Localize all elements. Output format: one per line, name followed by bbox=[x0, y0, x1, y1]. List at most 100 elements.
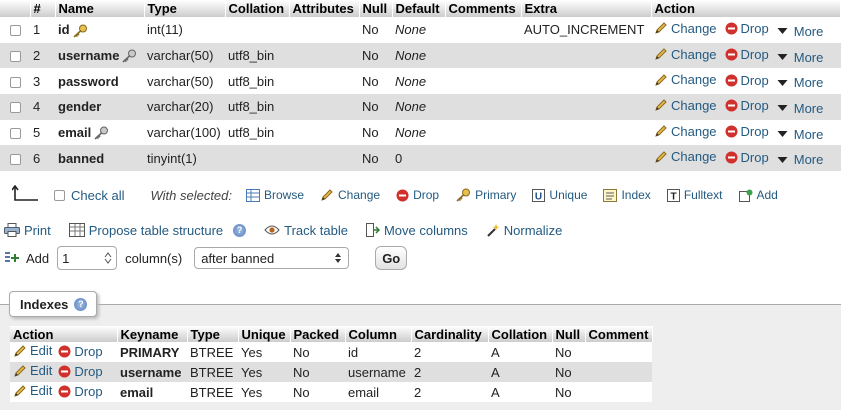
drop-column-button[interactable]: Drop bbox=[725, 150, 769, 165]
move-columns-link[interactable]: Move columns bbox=[365, 223, 468, 238]
drop-column-button[interactable]: Drop bbox=[725, 47, 769, 62]
change-column-button[interactable]: Change bbox=[654, 98, 717, 113]
row-checkbox[interactable] bbox=[10, 102, 21, 114]
bulk-fulltext-button[interactable]: T Fulltext bbox=[666, 188, 723, 202]
bulk-unique-button[interactable]: U Unique bbox=[532, 188, 587, 202]
change-column-button[interactable]: Change bbox=[654, 124, 717, 139]
track-table-link[interactable]: Track table bbox=[264, 223, 348, 238]
row-checkbox[interactable] bbox=[10, 128, 21, 140]
normalize-link[interactable]: Normalize bbox=[486, 223, 562, 238]
column-default: None bbox=[392, 42, 445, 69]
pencil-icon bbox=[14, 365, 26, 377]
drop-label: Drop bbox=[74, 383, 103, 399]
svg-text:U: U bbox=[535, 191, 542, 202]
bulk-drop-button[interactable]: Drop bbox=[396, 188, 439, 202]
header-type[interactable]: Type bbox=[144, 0, 226, 17]
bulk-change-button[interactable]: Change bbox=[320, 188, 380, 202]
propose-structure-link[interactable]: Propose table structure ? bbox=[68, 223, 247, 238]
column-type: varchar(50) bbox=[144, 68, 225, 95]
edit-index-button[interactable]: Edit bbox=[13, 363, 52, 378]
more-dropdown[interactable]: More bbox=[777, 49, 824, 65]
edit-index-button[interactable]: Edit bbox=[13, 383, 52, 398]
check-all-link[interactable]: Check all bbox=[71, 188, 124, 203]
row-checkbox[interactable] bbox=[10, 153, 21, 165]
row-checkbox-cell bbox=[0, 145, 30, 172]
column-name-cell: username bbox=[55, 42, 144, 69]
browse-icon bbox=[246, 188, 260, 202]
change-column-button[interactable]: Change bbox=[654, 72, 717, 87]
row-checkbox[interactable] bbox=[10, 51, 21, 63]
print-link[interactable]: Print bbox=[4, 223, 51, 238]
with-selected-label: With selected: bbox=[150, 187, 232, 203]
column-collation: utf8_bin bbox=[225, 119, 289, 146]
drop-column-button[interactable]: Drop bbox=[725, 98, 769, 113]
header-attributes[interactable]: Attributes bbox=[289, 0, 360, 17]
row-checkbox[interactable] bbox=[10, 76, 21, 88]
add-column-icon bbox=[5, 252, 19, 262]
drop-index-button[interactable]: Drop bbox=[58, 383, 103, 399]
column-count-stepper[interactable]: 1 bbox=[57, 246, 118, 270]
row-checkbox[interactable] bbox=[10, 25, 21, 37]
add-fulltext-icon bbox=[738, 189, 752, 202]
help-icon[interactable]: ? bbox=[233, 223, 247, 237]
column-name: id bbox=[58, 22, 70, 38]
more-dropdown[interactable]: More bbox=[777, 24, 823, 39]
drop-column-button[interactable]: Drop bbox=[725, 73, 769, 88]
row-number: 6 bbox=[30, 145, 55, 172]
column-collation: utf8_bin bbox=[225, 42, 289, 69]
column-default: None bbox=[392, 17, 445, 43]
structure-row: 4 gender varchar(20) utf8_bin No None Change Dr… bbox=[0, 94, 841, 120]
header-null[interactable]: Null bbox=[359, 0, 393, 17]
drop-index-button[interactable]: Drop bbox=[58, 364, 103, 379]
more-dropdown[interactable]: More bbox=[777, 152, 824, 168]
idx-header-unique: Unique bbox=[238, 326, 291, 342]
drop-icon bbox=[58, 365, 71, 378]
row-actions: Change Drop More bbox=[651, 68, 841, 95]
arrow-up-left-icon bbox=[11, 184, 40, 206]
column-position-select[interactable]: after banned bbox=[194, 247, 350, 269]
more-dropdown[interactable]: More bbox=[777, 127, 823, 142]
change-column-button[interactable]: Change bbox=[654, 21, 717, 36]
index-column: email bbox=[345, 382, 411, 402]
header-collation[interactable]: Collation bbox=[225, 0, 290, 17]
column-name: gender bbox=[58, 99, 102, 115]
header-num[interactable]: # bbox=[30, 0, 56, 17]
structure-table: # Name Type Collation Attributes Null De… bbox=[0, 0, 841, 172]
go-button[interactable]: Go bbox=[375, 246, 408, 270]
column-attributes bbox=[289, 94, 359, 120]
index-unique: Yes bbox=[238, 382, 290, 402]
change-label: Change bbox=[671, 97, 717, 113]
more-label: More bbox=[793, 152, 824, 168]
index-collation: A bbox=[488, 362, 552, 382]
more-dropdown[interactable]: More bbox=[777, 75, 823, 90]
bulk-primary-button[interactable]: Primary bbox=[455, 188, 516, 202]
indexes-table: Action Keyname Type Unique Packed Column… bbox=[10, 326, 653, 402]
drop-column-button[interactable]: Drop bbox=[725, 124, 769, 139]
header-name[interactable]: Name bbox=[55, 0, 145, 17]
change-column-button[interactable]: Change bbox=[654, 149, 717, 164]
stepper-arrows-icon[interactable] bbox=[104, 252, 112, 264]
indexes-help-icon[interactable]: ? bbox=[74, 297, 88, 311]
header-default[interactable]: Default bbox=[392, 0, 446, 17]
header-comments[interactable]: Comments bbox=[445, 0, 522, 17]
bulk-actions-bar: Check all With selected: Browse Change D… bbox=[0, 181, 841, 209]
column-attributes bbox=[289, 68, 359, 95]
edit-label: Edit bbox=[30, 363, 53, 379]
select-arrows-icon bbox=[335, 253, 342, 263]
column-count-value: 1 bbox=[62, 250, 70, 266]
bulk-add-button[interactable]: Add bbox=[738, 188, 778, 202]
change-column-button[interactable]: Change bbox=[654, 47, 717, 62]
column-default: None bbox=[392, 94, 445, 120]
bulk-browse-button[interactable]: Browse bbox=[246, 188, 304, 202]
drop-column-button[interactable]: Drop bbox=[725, 21, 769, 36]
check-all-checkbox[interactable] bbox=[54, 189, 65, 201]
more-label: More bbox=[793, 49, 824, 65]
drop-index-button[interactable]: Drop bbox=[58, 344, 103, 359]
bulk-index-button[interactable]: Index bbox=[603, 188, 651, 202]
idx-header-type: Type bbox=[187, 326, 239, 342]
more-dropdown[interactable]: More bbox=[777, 101, 823, 116]
edit-index-button[interactable]: Edit bbox=[13, 343, 52, 358]
columns-label: column(s) bbox=[125, 250, 183, 266]
header-extra[interactable]: Extra bbox=[521, 0, 652, 17]
change-label: Change bbox=[671, 149, 717, 165]
